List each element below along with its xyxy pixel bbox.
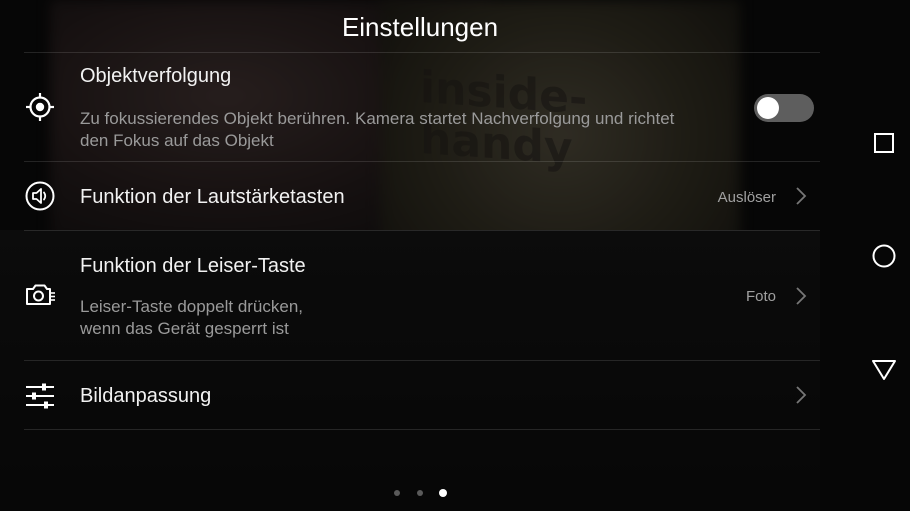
setting-label: Objektverfolgung (80, 65, 232, 87)
home-circle-icon[interactable] (870, 242, 898, 270)
setting-label: Bildanpassung (80, 385, 212, 407)
settings-panel: Einstellungen Objektverfolgung Zu fokuss… (0, 0, 830, 511)
setting-value: Foto (745, 288, 776, 305)
recents-square-icon[interactable] (870, 129, 898, 157)
divider (24, 429, 820, 430)
setting-description-line1: Leiser-Taste doppelt drücken, (80, 297, 304, 316)
target-icon (26, 93, 54, 121)
setting-label: Funktion der Leiser-Taste (80, 255, 306, 277)
setting-description-line2: den Fokus auf das Objekt (80, 131, 274, 150)
camera-icon (26, 284, 55, 305)
toggle-knob (757, 97, 779, 119)
chevron-right-icon (796, 386, 807, 404)
chevron-right-icon (796, 287, 807, 305)
chevron-right-icon (796, 187, 807, 205)
setting-row-image-adjust[interactable]: Bildanpassung (0, 361, 830, 429)
back-triangle-icon[interactable] (870, 355, 898, 383)
setting-label: Funktion der Lautstärketasten (80, 186, 345, 208)
page-dot[interactable] (394, 490, 400, 496)
setting-description-line1: Zu fokussierendes Objekt berühren. Kamer… (80, 109, 675, 128)
page-indicator (392, 488, 452, 498)
setting-value: Auslöser (717, 189, 776, 206)
page-title: Einstellungen (341, 12, 499, 42)
tracking-toggle[interactable] (754, 94, 814, 122)
setting-description-line2: wenn das Gerät gesperrt ist (80, 319, 289, 338)
setting-row-volume-keys[interactable]: Funktion der Lautstärketasten Auslöser (0, 162, 830, 230)
speaker-icon (25, 181, 55, 211)
sliders-icon (26, 383, 54, 409)
setting-row-tracking[interactable]: Objektverfolgung Zu fokussierendes Objek… (0, 53, 830, 161)
setting-row-volume-down[interactable]: Funktion der Leiser-Taste Leiser-Taste d… (0, 231, 830, 360)
page-dot-active[interactable] (439, 489, 447, 497)
navigation-bar (858, 0, 910, 511)
page-dot[interactable] (417, 490, 423, 496)
